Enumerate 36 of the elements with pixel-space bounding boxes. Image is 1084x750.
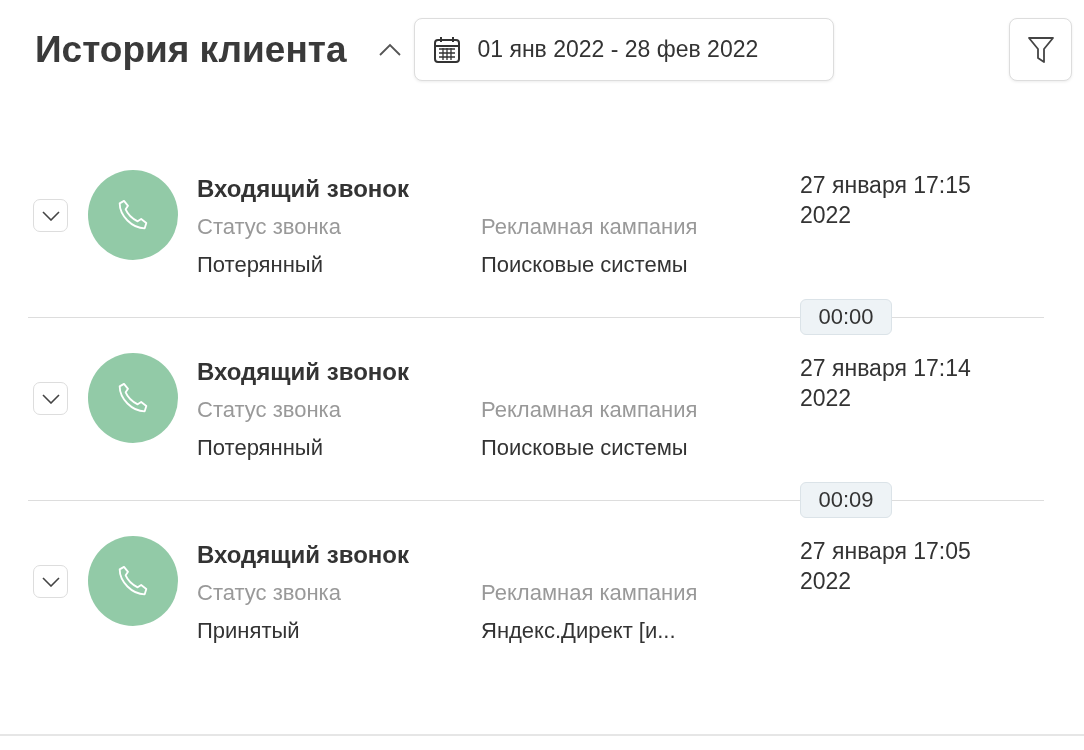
caret-icon xyxy=(378,42,403,57)
call-datetime: 27 января 17:14 xyxy=(800,354,971,383)
field-label: Статус звонка xyxy=(197,396,342,424)
call-datetime: 27 января 17:05 xyxy=(800,537,971,566)
field-label: Статус звонка xyxy=(197,213,342,241)
expand-button[interactable] xyxy=(33,199,68,232)
field-value: Потерянный xyxy=(197,434,324,462)
chevron-icon xyxy=(41,210,60,221)
field-label: Рекламная кампания xyxy=(481,579,699,607)
field-label: Рекламная кампания xyxy=(481,213,699,241)
duration-badge: 00:00 xyxy=(800,299,892,335)
field-value: Поисковые системы xyxy=(481,434,689,462)
page-title: История клиента xyxy=(35,28,347,71)
call-datetime: 27 января 17:15 xyxy=(800,171,971,200)
chevron-icon xyxy=(41,576,60,587)
field-value: Яндекс.Директ [и... xyxy=(481,617,677,645)
filter-button[interactable] xyxy=(1009,18,1072,81)
filter-icon xyxy=(1026,34,1055,65)
call-title: Входящий звонок xyxy=(197,174,410,204)
call-year: 2022 xyxy=(800,384,853,413)
call-year: 2022 xyxy=(800,567,853,596)
field-value: Принятый xyxy=(197,617,301,645)
field-label: Статус звонка xyxy=(197,579,342,607)
chevron-icon xyxy=(41,393,60,404)
call-title: Входящий звонок xyxy=(197,540,410,570)
calendar-icon xyxy=(433,35,462,64)
field-value: Поисковые системы xyxy=(481,251,689,279)
call-title: Входящий звонок xyxy=(197,357,410,387)
date-range-text: 01 янв 2022 - 28 фев 2022 xyxy=(477,36,759,63)
expand-button[interactable] xyxy=(33,382,68,415)
duration-badge: 00:09 xyxy=(800,482,892,518)
date-range-picker[interactable]: 01 янв 2022 - 28 фев 2022 xyxy=(414,18,835,81)
field-label: Рекламная кампания xyxy=(481,396,699,424)
field-value: Потерянный xyxy=(197,251,324,279)
call-year: 2022 xyxy=(800,201,853,230)
expand-button[interactable] xyxy=(33,565,68,598)
